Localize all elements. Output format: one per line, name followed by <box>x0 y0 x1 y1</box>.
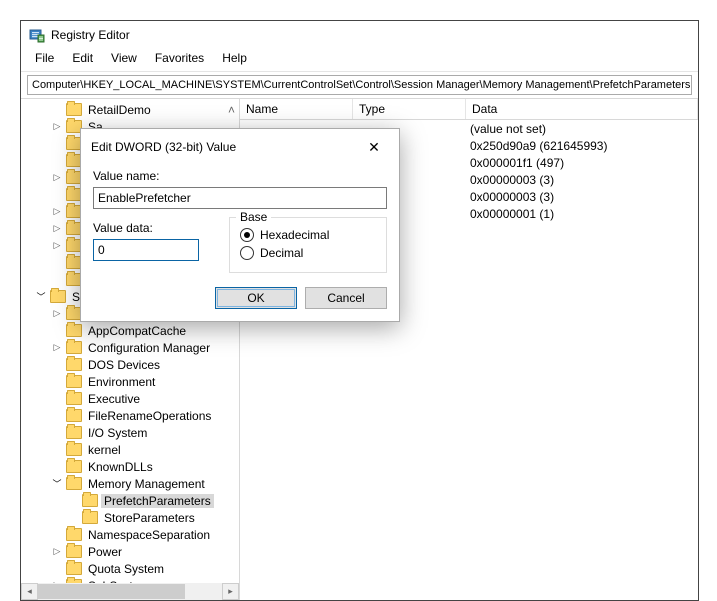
base-group: Base Hexadecimal Decimal <box>229 217 387 273</box>
expand-icon[interactable]: ▷ <box>51 223 63 235</box>
column-headers[interactable]: Name Type Data <box>240 99 698 120</box>
cancel-button[interactable]: Cancel <box>305 287 387 309</box>
value-name-field[interactable] <box>93 187 387 209</box>
folder-icon <box>50 290 66 303</box>
folder-icon <box>66 103 82 116</box>
expand-icon[interactable]: ▷ <box>51 240 63 252</box>
value-name-label: Value name: <box>93 169 387 183</box>
folder-icon <box>66 545 82 558</box>
tree-item[interactable]: StoreParameters <box>101 511 198 525</box>
radio-icon <box>240 246 254 260</box>
radio-icon <box>240 228 254 242</box>
folder-icon <box>82 511 98 524</box>
tree-item[interactable]: I/O System <box>85 426 150 440</box>
edit-dword-dialog: Edit DWORD (32-bit) Value ✕ Value name: … <box>80 128 400 322</box>
folder-icon <box>66 392 82 405</box>
tree-horizontal-scrollbar[interactable]: ◂ ▸ <box>21 583 239 600</box>
tree-item[interactable]: Environment <box>85 375 158 389</box>
folder-icon <box>66 324 82 337</box>
folder-icon <box>66 562 82 575</box>
window-title: Registry Editor <box>51 28 130 42</box>
expand-icon[interactable]: ▷ <box>51 308 63 320</box>
tree-item[interactable]: Executive <box>85 392 143 406</box>
scroll-right-button[interactable]: ▸ <box>222 583 239 600</box>
tree-item[interactable]: RetailDemo <box>85 103 154 117</box>
address-bar[interactable]: Computer\HKEY_LOCAL_MACHINE\SYSTEM\Curre… <box>27 75 692 95</box>
tree-item[interactable]: kernel <box>85 443 124 457</box>
expand-icon[interactable]: ▷ <box>51 172 63 184</box>
folder-icon <box>66 426 82 439</box>
menu-view[interactable]: View <box>103 49 145 67</box>
close-icon[interactable]: ✕ <box>359 137 389 157</box>
folder-icon <box>66 409 82 422</box>
column-name[interactable]: Name <box>240 99 353 119</box>
expand-icon[interactable]: ▷ <box>51 342 63 354</box>
collapse-icon[interactable]: ﹀ <box>51 478 63 490</box>
folder-icon <box>66 528 82 541</box>
folder-icon <box>66 443 82 456</box>
tree-item[interactable]: NamespaceSeparation <box>85 528 213 542</box>
menu-help[interactable]: Help <box>214 49 255 67</box>
expand-icon[interactable]: ▷ <box>51 546 63 558</box>
tree-item-prefetchparameters[interactable]: PrefetchParameters <box>101 494 214 508</box>
folder-icon <box>66 460 82 473</box>
menu-file[interactable]: File <box>27 49 62 67</box>
expand-icon[interactable]: ▷ <box>51 121 63 133</box>
title-bar[interactable]: Registry Editor <box>21 21 698 47</box>
column-type[interactable]: Type <box>353 99 466 119</box>
tree-item[interactable]: KnownDLLs <box>85 460 156 474</box>
collapse-icon[interactable]: ﹀ <box>35 291 47 303</box>
expand-icon[interactable]: ▷ <box>51 206 63 218</box>
tree-item[interactable]: Configuration Manager <box>85 341 213 355</box>
tree-item[interactable]: Power <box>85 545 125 559</box>
tree-item[interactable]: AppCompatCache <box>85 324 189 338</box>
base-group-label: Base <box>236 210 271 224</box>
menu-bar: File Edit View Favorites Help <box>21 47 698 72</box>
registry-editor-window: Registry Editor File Edit View Favorites… <box>20 20 699 601</box>
tree-item[interactable]: Quota System <box>85 562 167 576</box>
dialog-title-bar[interactable]: Edit DWORD (32-bit) Value ✕ <box>81 129 399 165</box>
folder-icon <box>66 477 82 490</box>
radio-decimal[interactable]: Decimal <box>240 244 376 262</box>
folder-icon <box>82 494 98 507</box>
ok-button[interactable]: OK <box>215 287 297 309</box>
folder-icon <box>66 375 82 388</box>
folder-icon <box>66 358 82 371</box>
radio-hexadecimal[interactable]: Hexadecimal <box>240 226 376 244</box>
tree-item[interactable]: FileRenameOperations <box>85 409 214 423</box>
dialog-title: Edit DWORD (32-bit) Value <box>91 140 236 154</box>
column-data[interactable]: Data <box>466 99 698 119</box>
tree-item-memory-management[interactable]: Memory Management <box>85 477 208 491</box>
value-data-label: Value data: <box>93 221 199 235</box>
tree-item[interactable]: DOS Devices <box>85 358 163 372</box>
folder-icon <box>66 341 82 354</box>
menu-edit[interactable]: Edit <box>64 49 101 67</box>
value-data-field[interactable] <box>93 239 199 261</box>
chevron-up-icon: ˄ <box>228 103 239 117</box>
scroll-left-button[interactable]: ◂ <box>21 583 38 600</box>
app-icon <box>29 27 45 43</box>
menu-favorites[interactable]: Favorites <box>147 49 212 67</box>
